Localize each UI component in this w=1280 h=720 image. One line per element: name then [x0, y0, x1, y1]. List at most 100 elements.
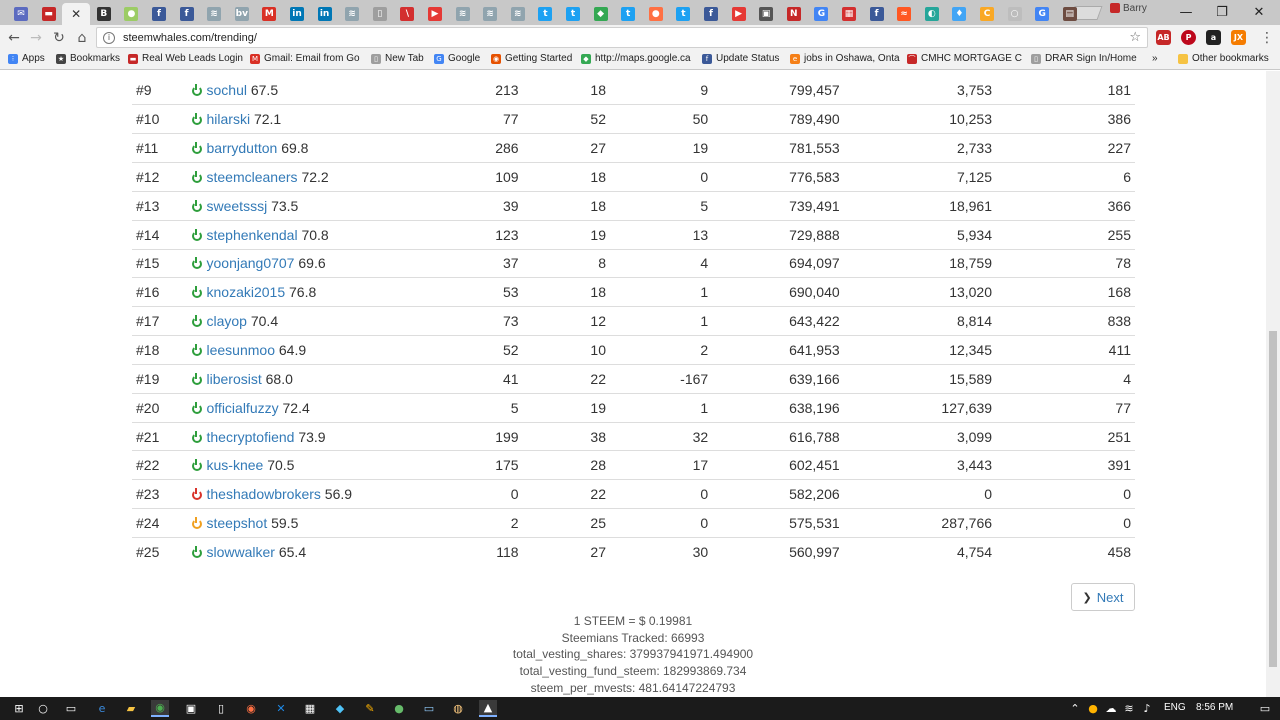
scrollbar-thumb[interactable]: [1269, 331, 1277, 667]
clock[interactable]: 8:56 PM: [1196, 702, 1233, 713]
browser-tab[interactable]: ●: [117, 3, 145, 25]
tray-chevron-icon[interactable]: ⌃: [1066, 700, 1084, 717]
profile-button[interactable]: Barry: [1110, 1, 1147, 15]
info-icon[interactable]: i: [103, 31, 115, 44]
browser-tab[interactable]: f: [145, 3, 173, 25]
bookmark-item[interactable]: ▯ New Tab: [371, 53, 424, 64]
next-page-button[interactable]: ❯ Next: [1071, 583, 1135, 611]
user-link[interactable]: sochul: [207, 82, 247, 98]
browser-tab[interactable]: C: [973, 3, 1001, 25]
chrome-taskbar-icon[interactable]: ◉: [151, 700, 169, 717]
document-icon[interactable]: ▯: [212, 700, 230, 717]
browser-tab[interactable]: ▦: [835, 3, 863, 25]
browser-tab[interactable]: t: [669, 3, 697, 25]
user-link[interactable]: slowwalker: [207, 544, 275, 560]
browser-tab[interactable]: ≋: [476, 3, 504, 25]
browser-tab[interactable]: ♦: [945, 3, 973, 25]
browser-tab[interactable]: ≋: [504, 3, 532, 25]
language-indicator[interactable]: ENG: [1164, 702, 1186, 713]
browser-tab[interactable]: ▤: [1056, 3, 1084, 25]
other-bookmarks-folder[interactable]: Other bookmarks: [1178, 53, 1269, 64]
network-icon[interactable]: ≋: [1120, 700, 1138, 717]
restore-button[interactable]: ❐: [1204, 2, 1240, 22]
page-scrollbar[interactable]: [1266, 71, 1280, 697]
browser-tab[interactable]: ✕: [62, 3, 91, 25]
browser-tab[interactable]: in: [311, 3, 339, 25]
user-link[interactable]: hilarski: [207, 111, 251, 127]
bookmark-item[interactable]: ◉ Getting Started: [491, 53, 572, 64]
tray-app-icon[interactable]: ●: [1084, 700, 1102, 717]
bookmark-item[interactable]: G Google: [434, 53, 480, 64]
browser-tab[interactable]: t: [559, 3, 587, 25]
browser-tab[interactable]: f: [863, 3, 891, 25]
browser-tab[interactable]: ≈: [890, 3, 918, 25]
address-bar[interactable]: i steemwhales.com/trending/ ☆: [96, 27, 1148, 48]
task-view-icon[interactable]: ▭: [62, 700, 80, 717]
user-link[interactable]: yoonjang0707: [207, 255, 295, 271]
forward-button[interactable]: →: [26, 28, 46, 48]
browser-tab[interactable]: G: [807, 3, 835, 25]
edge-icon[interactable]: e: [93, 700, 111, 717]
monitor-app-icon[interactable]: ▭: [420, 700, 438, 717]
browser-tab[interactable]: t: [531, 3, 559, 25]
browser-tab[interactable]: f: [173, 3, 201, 25]
bookmark-item[interactable]: e jobs in Oshawa, Onta: [790, 53, 900, 64]
browser-tab[interactable]: ≋: [338, 3, 366, 25]
browser-tab[interactable]: ≋: [200, 3, 228, 25]
minimize-button[interactable]: —: [1168, 2, 1204, 22]
back-button[interactable]: ←: [4, 28, 24, 48]
browser-tab[interactable]: ▯: [366, 3, 394, 25]
user-link[interactable]: kus-knee: [207, 457, 264, 473]
search-icon[interactable]: ○: [34, 700, 52, 717]
close-window-button[interactable]: ✕: [1241, 2, 1277, 22]
bookmark-item[interactable]: ▬ Real Web Leads Login: [128, 53, 243, 64]
user-link[interactable]: sweetsssj: [207, 198, 268, 214]
windows-start-icon[interactable]: ⊞: [10, 700, 28, 717]
user-link[interactable]: steepshot: [207, 515, 268, 531]
browser-tab[interactable]: N: [780, 3, 808, 25]
browser-tab[interactable]: ◆: [587, 3, 615, 25]
browser-tab[interactable]: ▶: [725, 3, 753, 25]
user-link[interactable]: knozaki2015: [207, 284, 286, 300]
amazon-extension-icon[interactable]: a: [1206, 30, 1221, 45]
user-link[interactable]: stephenkendal: [207, 227, 298, 243]
user-link[interactable]: liberosist: [207, 371, 262, 387]
browser-tab[interactable]: t: [614, 3, 642, 25]
notification-icon[interactable]: ▭: [1256, 700, 1274, 717]
bookmark-item[interactable]: f Update Status: [702, 53, 779, 64]
browser-tab[interactable]: bv: [228, 3, 256, 25]
browser-tab[interactable]: ≋: [449, 3, 477, 25]
browser-tab[interactable]: ◐: [918, 3, 946, 25]
bookmark-item[interactable]: ⁝ Apps: [8, 53, 45, 64]
user-link[interactable]: steemcleaners: [207, 169, 298, 185]
excel-icon[interactable]: ✕: [272, 700, 290, 717]
paint-icon[interactable]: ✎: [361, 700, 379, 717]
browser-tab[interactable]: ▶: [421, 3, 449, 25]
user-link[interactable]: barrydutton: [207, 140, 278, 156]
browser-tab[interactable]: f: [697, 3, 725, 25]
user-link[interactable]: officialfuzzy: [207, 400, 279, 416]
pinterest-extension-icon[interactable]: P: [1181, 30, 1196, 45]
diamond-app-icon[interactable]: ◆: [331, 700, 349, 717]
file-explorer-icon[interactable]: ▰: [122, 700, 140, 717]
green-app-icon[interactable]: ●: [390, 700, 408, 717]
browser-menu-icon[interactable]: ⋮: [1260, 30, 1274, 46]
bookmark-item[interactable]: ★ Bookmarks: [56, 53, 120, 64]
bookmark-item[interactable]: ▯ DRAR Sign In/Home: [1031, 53, 1137, 64]
browser-tab[interactable]: G: [1028, 3, 1056, 25]
adblock-extension-icon[interactable]: AB: [1156, 30, 1171, 45]
tray-cloud-icon[interactable]: ☁: [1102, 700, 1120, 717]
photos-icon[interactable]: ▲: [479, 700, 497, 717]
user-link[interactable]: clayop: [207, 313, 247, 329]
jx-extension-icon[interactable]: JX: [1231, 30, 1246, 45]
user-link[interactable]: thecryptofiend: [207, 429, 295, 445]
browser-tab[interactable]: ▬: [35, 3, 63, 25]
browser-tab[interactable]: ●: [642, 3, 670, 25]
browser-tab[interactable]: in: [283, 3, 311, 25]
bookmark-item[interactable]: M Gmail: Email from Go: [250, 53, 360, 64]
user-link[interactable]: theshadowbrokers: [207, 486, 321, 502]
browser-tab[interactable]: M: [255, 3, 283, 25]
bookmark-star-icon[interactable]: ☆: [1129, 30, 1141, 45]
home-button[interactable]: ⌂: [72, 28, 92, 48]
store-icon[interactable]: ▣: [182, 700, 200, 717]
